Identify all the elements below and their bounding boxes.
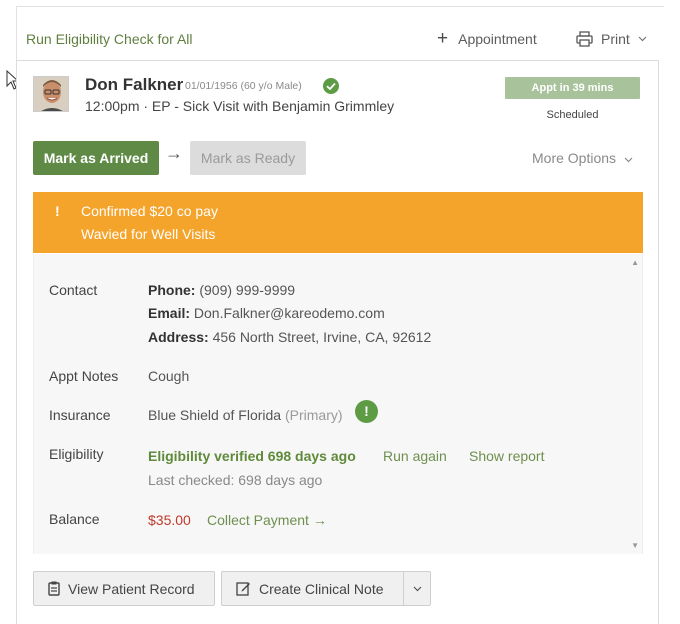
- flow-arrow-icon: →: [165, 143, 183, 163]
- phone-label: Phone:: [148, 282, 196, 298]
- last-checked-text: Last checked: 698 days ago: [148, 472, 323, 488]
- eligibility-label: Eligibility: [49, 446, 104, 462]
- patient-meta: 01/01/1956 (60 y/o Male): [185, 80, 302, 92]
- address-value: 456 North Street, Irvine, CA, 92612: [212, 329, 432, 345]
- patient-details-panel: Contact Phone: (909) 999-9999 Email: Don…: [33, 254, 643, 554]
- alert-line-1: Confirmed $20 co pay: [81, 203, 218, 219]
- run-again-link[interactable]: Run again: [383, 448, 447, 464]
- address-label: Address:: [148, 329, 209, 345]
- email-row: Email: Don.Falkner@kareodemo.com: [148, 305, 385, 321]
- add-appointment-button[interactable]: + Appointment: [437, 28, 537, 49]
- edit-note-icon: [236, 582, 250, 596]
- collect-payment-link[interactable]: Collect Payment →: [207, 512, 327, 528]
- more-options-dropdown[interactable]: More Options: [532, 150, 633, 166]
- mark-ready-button[interactable]: Mark as Ready: [190, 141, 306, 175]
- appointment-label: Appointment: [458, 31, 537, 47]
- alert-line-2: Wavied for Well Visits: [81, 226, 216, 242]
- appt-notes-label: Appt Notes: [49, 368, 119, 384]
- plus-icon: +: [437, 28, 449, 49]
- chevron-down-icon: [624, 157, 633, 163]
- email-value: Don.Falkner@kareodemo.com: [193, 305, 385, 321]
- chevron-down-icon: [413, 586, 421, 591]
- insurance-value: Blue Shield of Florida: [148, 407, 282, 423]
- clinical-note-options-button[interactable]: [403, 571, 431, 606]
- phone-row: Phone: (909) 999-9999: [148, 282, 295, 298]
- appt-notes-value: Cough: [148, 368, 190, 384]
- email-label: Email:: [148, 305, 191, 321]
- insurance-type: (Primary): [284, 407, 343, 423]
- avatar: [33, 76, 69, 112]
- status-text: Scheduled: [546, 109, 599, 121]
- appointment-summary: 12:00pm · EP - Sick Visit with Benjamin …: [85, 98, 395, 114]
- view-patient-record-button[interactable]: View Patient Record: [33, 571, 215, 606]
- chevron-down-icon: [638, 36, 647, 42]
- balance-amount: $35.00: [148, 512, 191, 528]
- verified-check-icon: [323, 78, 339, 94]
- view-record-label: View Patient Record: [68, 580, 195, 597]
- contact-label: Contact: [49, 282, 98, 298]
- top-divider: [16, 6, 664, 7]
- eligibility-status: Eligibility verified 698 days ago: [148, 448, 356, 464]
- insurance-row: Blue Shield of Florida (Primary): [148, 407, 343, 423]
- printer-icon: [576, 31, 593, 47]
- phone-value: (909) 999-9999: [199, 282, 296, 298]
- insurance-label: Insurance: [49, 407, 111, 423]
- appointment-time-badge: Appt in 39 mins: [505, 77, 640, 99]
- more-options-label: More Options: [532, 150, 617, 166]
- create-clinical-note-button[interactable]: Create Clinical Note: [221, 571, 404, 606]
- insurance-warning-icon[interactable]: !: [355, 400, 378, 423]
- show-report-link[interactable]: Show report: [469, 448, 544, 464]
- run-eligibility-link[interactable]: Run Eligibility Check for All: [26, 31, 193, 47]
- copay-alert: ! Confirmed $20 co pay Wavied for Well V…: [33, 192, 643, 253]
- details-scrollbar[interactable]: ▲ ▼: [630, 254, 642, 554]
- print-button[interactable]: Print: [576, 31, 647, 47]
- patient-name[interactable]: Don Falkner: [85, 75, 183, 95]
- address-row: Address: 456 North Street, Irvine, CA, 9…: [148, 329, 431, 345]
- balance-label: Balance: [49, 511, 100, 527]
- clipboard-icon: [48, 581, 60, 596]
- appointment-card: Don Falkner 01/01/1956 (60 y/o Male) 12:…: [16, 60, 659, 624]
- alert-icon: !: [55, 203, 60, 219]
- scroll-up-icon[interactable]: ▲: [631, 258, 639, 267]
- print-label: Print: [601, 31, 630, 47]
- mark-arrived-button[interactable]: Mark as Arrived: [33, 141, 159, 175]
- toolbar: Run Eligibility Check for All + Appointm…: [26, 28, 656, 52]
- create-note-label: Create Clinical Note: [259, 580, 384, 597]
- scroll-down-icon[interactable]: ▼: [631, 541, 639, 550]
